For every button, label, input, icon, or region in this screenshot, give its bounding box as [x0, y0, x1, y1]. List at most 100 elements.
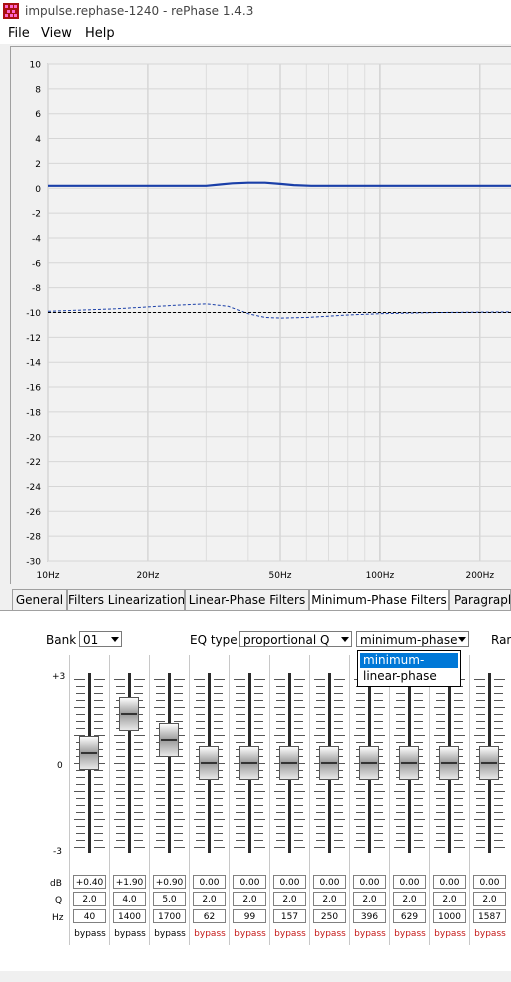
- slider-thumb[interactable]: [399, 746, 419, 780]
- slider-tick: [276, 742, 285, 743]
- phase-select[interactable]: minimum-phase: [356, 631, 469, 647]
- tab-filters-linearization[interactable]: Filters Linearization: [67, 589, 185, 611]
- slider-thumb[interactable]: [119, 696, 139, 731]
- slider-thumb[interactable]: [159, 722, 179, 757]
- hz-field[interactable]: 40: [73, 909, 106, 923]
- slider-tick: [236, 721, 245, 722]
- db-field[interactable]: +1.90: [113, 875, 146, 889]
- eq-type-select[interactable]: proportional Q: [239, 631, 352, 647]
- slider-tick: [76, 714, 85, 715]
- slider-tick: [94, 679, 105, 680]
- bypass-toggle[interactable]: bypass: [230, 929, 270, 939]
- db-field[interactable]: 0.00: [393, 875, 426, 889]
- slider-tick: [294, 784, 303, 785]
- slider-thumb[interactable]: [359, 746, 379, 780]
- menu-view[interactable]: View: [41, 26, 72, 41]
- slider-tick: [214, 840, 223, 841]
- slider-tick: [354, 707, 365, 708]
- q-field[interactable]: 2.0: [193, 892, 226, 906]
- q-field[interactable]: 5.0: [153, 892, 186, 906]
- tab-general[interactable]: General: [12, 589, 67, 611]
- eq-type-value: proportional Q: [243, 633, 330, 647]
- slider-tick: [374, 784, 383, 785]
- db-field[interactable]: 0.00: [233, 875, 266, 889]
- menu-file[interactable]: File: [8, 26, 30, 41]
- hz-field[interactable]: 629: [393, 909, 426, 923]
- db-field[interactable]: 0.00: [353, 875, 386, 889]
- bypass-toggle[interactable]: bypass: [70, 929, 110, 939]
- slider-thumb[interactable]: [319, 746, 339, 780]
- db-field[interactable]: +0.40: [73, 875, 106, 889]
- slider-tick: [134, 742, 143, 743]
- hz-field[interactable]: 250: [313, 909, 346, 923]
- q-field[interactable]: 2.0: [353, 892, 386, 906]
- slider-thumb[interactable]: [199, 746, 219, 780]
- db-field[interactable]: +0.90: [153, 875, 186, 889]
- q-field[interactable]: 2.0: [73, 892, 106, 906]
- db-field[interactable]: 0.00: [193, 875, 226, 889]
- slider-tick: [334, 833, 343, 834]
- hz-field[interactable]: 1700: [153, 909, 186, 923]
- db-field[interactable]: 0.00: [473, 875, 506, 889]
- tab-minimum-phase-filters[interactable]: Minimum-Phase Filters: [309, 589, 449, 611]
- q-field[interactable]: 2.0: [393, 892, 426, 906]
- slider-tick: [214, 700, 223, 701]
- slider-tick: [94, 693, 103, 694]
- slider-track[interactable]: [168, 673, 171, 853]
- y-tick-label: -10: [26, 309, 41, 319]
- option-linear-phase[interactable]: linear-phase: [360, 669, 458, 684]
- slider-tick: [196, 840, 205, 841]
- slider-tick: [374, 819, 385, 820]
- slider-tick: [156, 833, 165, 834]
- slider-tick: [234, 707, 245, 708]
- bypass-toggle[interactable]: bypass: [390, 929, 430, 939]
- slider-tick: [214, 707, 225, 708]
- hz-field[interactable]: 396: [353, 909, 386, 923]
- tab-paragraphic[interactable]: Paragraph: [449, 589, 511, 610]
- bypass-toggle[interactable]: bypass: [310, 929, 350, 939]
- hz-field[interactable]: 1587: [473, 909, 506, 923]
- hz-field[interactable]: 1400: [113, 909, 146, 923]
- bypass-toggle[interactable]: bypass: [190, 929, 230, 939]
- slider-tick: [454, 798, 463, 799]
- q-field[interactable]: 4.0: [113, 892, 146, 906]
- db-field[interactable]: 0.00: [273, 875, 306, 889]
- tab-linear-phase-filters[interactable]: Linear-Phase Filters: [185, 589, 309, 611]
- app-icon: [3, 3, 19, 19]
- bypass-toggle[interactable]: bypass: [470, 929, 510, 939]
- slider-tick: [414, 784, 423, 785]
- slider-tick: [156, 798, 165, 799]
- q-field[interactable]: 2.0: [233, 892, 266, 906]
- db-field[interactable]: 0.00: [313, 875, 346, 889]
- q-field[interactable]: 2.0: [313, 892, 346, 906]
- slider-tick: [334, 840, 343, 841]
- chart-panel: 10 8 6 4 2 0 -2 -4 -6 -8 -10 -12 -14 -16 -18 -20 -22 -24 -…: [10, 46, 511, 584]
- slider-thumb[interactable]: [239, 746, 259, 780]
- bypass-toggle[interactable]: bypass: [110, 929, 150, 939]
- slider-thumb[interactable]: [279, 746, 299, 780]
- bypass-toggle[interactable]: bypass: [150, 929, 190, 939]
- option-minimum-phase[interactable]: minimum-phase: [360, 653, 458, 682]
- hz-field[interactable]: 1000: [433, 909, 466, 923]
- q-field[interactable]: 2.0: [433, 892, 466, 906]
- db-field[interactable]: 0.00: [433, 875, 466, 889]
- q-field[interactable]: 2.0: [273, 892, 306, 906]
- slider-tick: [236, 686, 245, 687]
- band-column: 0.00 2.0 99 bypass: [229, 655, 270, 945]
- hz-field[interactable]: 157: [273, 909, 306, 923]
- hz-field[interactable]: 62: [193, 909, 226, 923]
- slider-tick: [476, 728, 485, 729]
- hz-field[interactable]: 99: [233, 909, 266, 923]
- q-field[interactable]: 2.0: [473, 892, 506, 906]
- slider-thumb[interactable]: [479, 746, 499, 780]
- bypass-toggle[interactable]: bypass: [270, 929, 310, 939]
- bank-select[interactable]: 01: [79, 631, 122, 647]
- slider-tick: [174, 693, 183, 694]
- menu-help[interactable]: Help: [85, 26, 115, 41]
- bypass-toggle[interactable]: bypass: [350, 929, 390, 939]
- slider-thumb[interactable]: [79, 735, 99, 770]
- slider-tick: [294, 847, 305, 848]
- bypass-toggle[interactable]: bypass: [430, 929, 470, 939]
- slider-thumb[interactable]: [439, 746, 459, 780]
- slider-tick: [174, 791, 185, 792]
